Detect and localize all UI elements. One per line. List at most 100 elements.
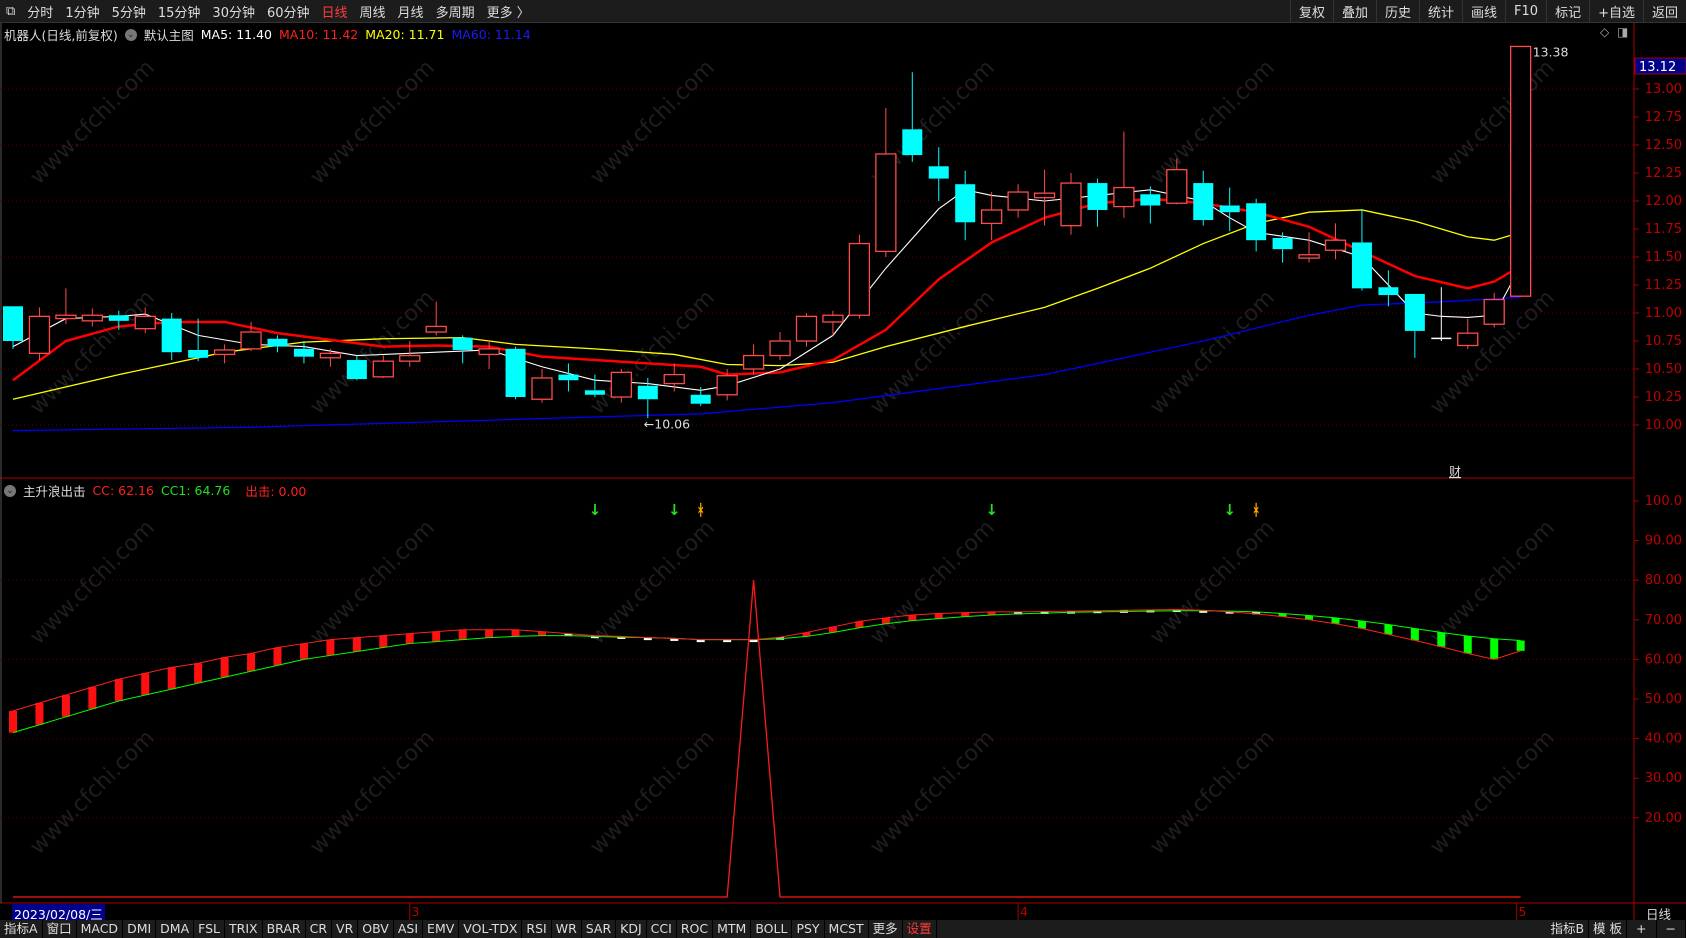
- indicator-tab[interactable]: FSL: [194, 920, 226, 938]
- indicator-tab[interactable]: CR: [306, 920, 333, 938]
- candle[interactable]: [558, 363, 579, 392]
- candle[interactable]: [1140, 186, 1161, 224]
- indicator-tab[interactable]: WR: [552, 920, 582, 938]
- candle[interactable]: [1510, 45, 1532, 297]
- indicator-tick-label: 30.00: [1645, 771, 1682, 786]
- indicator-tab[interactable]: VR: [332, 920, 359, 938]
- indicator-tab[interactable]: EMV: [423, 920, 460, 938]
- candle[interactable]: [955, 170, 976, 241]
- indicator-tab[interactable]: MACD: [77, 920, 124, 938]
- candle[interactable]: [981, 192, 1003, 241]
- candle[interactable]: [319, 348, 342, 367]
- candle[interactable]: [928, 147, 949, 201]
- candle[interactable]: [452, 335, 473, 364]
- candle[interactable]: [81, 308, 103, 327]
- indicator-tab[interactable]: 设置: [903, 920, 937, 938]
- candle-body: [1140, 194, 1161, 206]
- price-tick-label: 11.00: [1645, 306, 1682, 321]
- candle[interactable]: [346, 355, 367, 381]
- ma5-line: [12, 189, 1522, 391]
- indicator-tab[interactable]: 指标A: [0, 920, 43, 938]
- candle[interactable]: [663, 363, 685, 392]
- candle[interactable]: [188, 318, 209, 362]
- candle[interactable]: [875, 108, 897, 257]
- candle[interactable]: [1431, 287, 1452, 341]
- candle[interactable]: [848, 234, 871, 319]
- indicator-tab[interactable]: DMA: [156, 920, 195, 938]
- candle-body: [1193, 183, 1214, 221]
- candle[interactable]: [55, 288, 77, 325]
- indicator-tab[interactable]: DMI: [123, 920, 157, 938]
- candle-body: [531, 377, 553, 400]
- indicator-tab[interactable]: KDJ: [616, 920, 647, 938]
- indicator-tab[interactable]: 更多: [869, 920, 903, 938]
- candle[interactable]: [1378, 270, 1399, 307]
- candle-body: [134, 315, 156, 330]
- candle[interactable]: [1060, 173, 1082, 235]
- indicator-bar: [511, 629, 520, 637]
- candle[interactable]: [505, 346, 526, 400]
- indicator-tab[interactable]: 窗口: [43, 920, 77, 938]
- zoom-in-button[interactable]: +: [1627, 920, 1657, 938]
- candle[interactable]: [1457, 318, 1479, 349]
- candle[interactable]: [1113, 131, 1135, 218]
- indicator-tab[interactable]: ASI: [394, 920, 424, 938]
- indicator-tab[interactable]: TRIX: [225, 920, 263, 938]
- candle[interactable]: [1087, 178, 1108, 227]
- indicator-tab[interactable]: BRAR: [263, 920, 306, 938]
- indicator-bar: [1384, 624, 1393, 635]
- candle[interactable]: [902, 72, 923, 162]
- candle[interactable]: [372, 355, 394, 378]
- candle[interactable]: [293, 341, 314, 364]
- candle[interactable]: [795, 313, 818, 347]
- indicator-tab[interactable]: MCST: [825, 920, 869, 938]
- candle-body: [319, 352, 342, 359]
- candle[interactable]: [742, 344, 765, 375]
- candle[interactable]: [213, 344, 236, 364]
- price-tick-label: 12.25: [1645, 166, 1682, 181]
- candle[interactable]: [1193, 170, 1214, 226]
- candle-body: [1060, 182, 1082, 227]
- candle[interactable]: [822, 310, 844, 336]
- indicator-tab[interactable]: VOL-TDX: [459, 920, 523, 938]
- candle[interactable]: [1298, 232, 1320, 263]
- candle[interactable]: [267, 335, 288, 353]
- candle[interactable]: [425, 301, 447, 336]
- candle[interactable]: [1404, 293, 1425, 358]
- indicator-tab[interactable]: OBV: [358, 920, 394, 938]
- candle[interactable]: [610, 369, 632, 403]
- candle[interactable]: [1351, 209, 1372, 291]
- candle[interactable]: [531, 369, 553, 403]
- candle[interactable]: [1324, 223, 1347, 260]
- finance-marker[interactable]: 财: [1449, 465, 1461, 479]
- candle-body: [795, 315, 818, 342]
- candle[interactable]: [478, 341, 500, 369]
- candle[interactable]: [1166, 158, 1188, 205]
- candle-body: [3, 306, 23, 341]
- indicator-tab[interactable]: CCI: [647, 920, 677, 938]
- indicator-tab[interactable]: BOLL: [751, 920, 793, 938]
- candle-body: [505, 348, 526, 397]
- candle[interactable]: [1007, 184, 1029, 218]
- candle-body: [1483, 298, 1505, 325]
- indicator-tab[interactable]: RSI: [522, 920, 552, 938]
- candle[interactable]: [28, 307, 51, 361]
- indicator-tab[interactable]: PSY: [792, 920, 825, 938]
- candle[interactable]: [1219, 187, 1240, 232]
- tab-indicator-b[interactable]: 指标B: [1546, 920, 1590, 938]
- candle-body: [1007, 191, 1029, 211]
- indicator-tab[interactable]: SAR: [582, 920, 617, 938]
- candle[interactable]: [1246, 198, 1267, 252]
- indicator-bar: [88, 687, 97, 709]
- kline-chart[interactable]: 13.00 12.75 12.50 12.25 12.00 11.75 11.50 11.25…: [0, 0, 1686, 920]
- zoom-out-button[interactable]: −: [1657, 920, 1686, 938]
- tab-template[interactable]: 模 板: [1589, 920, 1628, 938]
- candle[interactable]: [1033, 169, 1056, 226]
- candle[interactable]: [161, 313, 182, 361]
- candle-body: [716, 375, 738, 396]
- indicator-tab[interactable]: ROC: [677, 920, 714, 938]
- candle[interactable]: [134, 307, 156, 334]
- indicator-tab[interactable]: MTM: [713, 920, 752, 938]
- candle[interactable]: [769, 332, 791, 361]
- price-tick-label: 10.25: [1645, 390, 1682, 405]
